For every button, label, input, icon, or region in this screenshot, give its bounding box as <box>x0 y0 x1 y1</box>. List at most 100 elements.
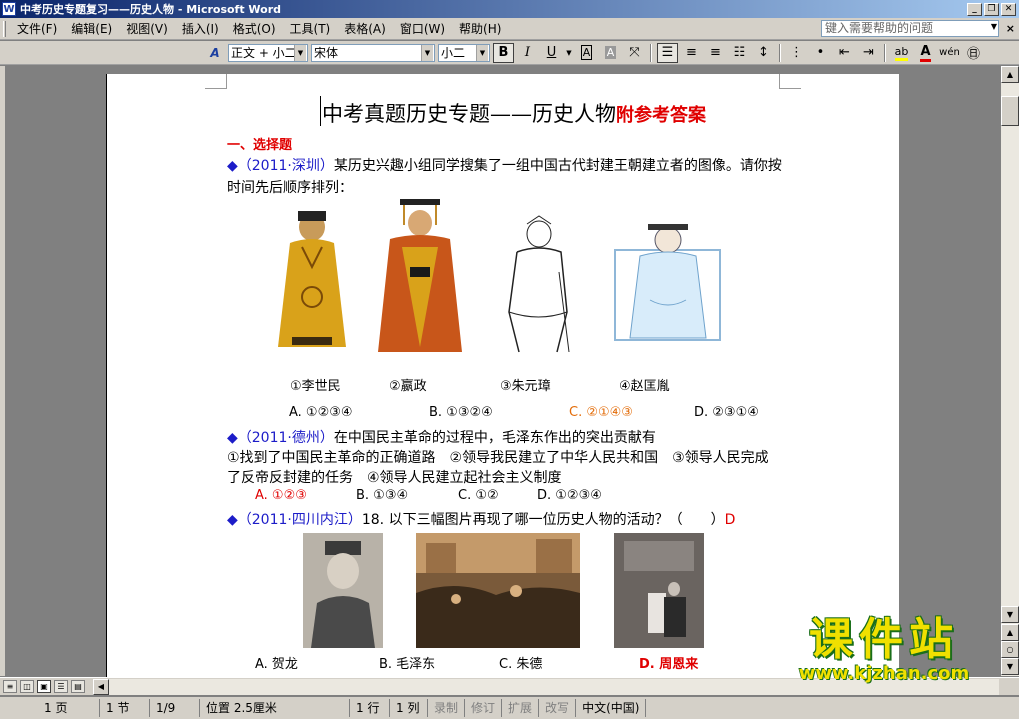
help-search-input[interactable]: 键入需要帮助的问题 <box>821 20 999 37</box>
title-bar: W 中考历史专题复习——历史人物 - Microsoft Word _ ❐ ✕ <box>0 0 1019 18</box>
status-record[interactable]: 录制 <box>428 699 466 717</box>
figure-zhu-yuanzhang <box>508 215 570 353</box>
phonetic-guide-icon[interactable]: wén <box>939 43 960 63</box>
print-view-icon[interactable]: ▣ <box>37 680 51 693</box>
styles-icon[interactable]: A <box>205 43 225 63</box>
status-section: 1 节 <box>100 699 150 717</box>
status-extend[interactable]: 扩展 <box>502 699 540 717</box>
menu-file[interactable]: 文件(F) <box>12 20 66 37</box>
caption-1: ①李世民 <box>290 379 341 394</box>
chevron-down-icon[interactable]: ▼ <box>421 44 433 61</box>
status-overtype[interactable]: 改写 <box>539 699 577 717</box>
scroll-thumb[interactable] <box>1001 96 1019 126</box>
style-select[interactable]: 正文 + 小二 ▼ <box>228 43 308 62</box>
document-page[interactable]: 中考真题历史专题——历史人物附参考答案 一、选择题 ◆（2011·深圳）某历史兴… <box>106 74 899 677</box>
menu-window[interactable]: 窗口(W) <box>395 20 454 37</box>
question-2-line2: ①找到了中国民主革命的正确道路 ②领导我民建立了中华人民共和国 ③领导人民完成 <box>227 450 769 466</box>
q3-option-d-answer: D. 周恩来 <box>639 657 699 672</box>
menu-help[interactable]: 帮助(H) <box>454 20 510 37</box>
status-page: 1 页 <box>0 699 100 717</box>
document-close-icon[interactable]: × <box>1006 22 1015 35</box>
distribute-icon[interactable]: ☷ <box>729 43 750 63</box>
char-scale-icon[interactable]: ⤧ <box>624 43 645 63</box>
figure-ying-zheng <box>378 199 462 352</box>
photo-nanchang-uprising <box>416 533 580 648</box>
watermark-logo: 课件站 www.kjzhan.com <box>798 614 970 684</box>
align-right-icon[interactable]: ≡ <box>705 43 726 63</box>
numbering-icon[interactable]: ⋮ <box>786 43 807 63</box>
web-view-icon[interactable]: ◫ <box>20 680 34 693</box>
status-bar: 1 页 1 节 1/9 位置 2.5厘米 1 行 1 列 录制 修订 扩展 改写… <box>0 696 1019 719</box>
bold-button[interactable]: B <box>493 42 514 63</box>
font-color-icon[interactable]: A <box>915 43 936 63</box>
figure-li-shimin <box>278 211 346 347</box>
menu-view[interactable]: 视图(V) <box>121 20 177 37</box>
line-spacing-icon[interactable]: ↕ <box>753 43 774 63</box>
q1-option-a: A. ①②③④ <box>289 405 353 420</box>
section-heading: 一、选择题 <box>227 138 293 153</box>
q2-option-b: B. ①③④ <box>356 488 409 503</box>
scroll-left-icon[interactable]: ◀ <box>93 678 109 695</box>
vertical-scrollbar[interactable]: ▲ ▼ ▲ ○ ▼ <box>1001 66 1019 676</box>
browse-object-icon[interactable]: ○ <box>1001 641 1019 658</box>
chevron-down-icon[interactable]: ▼ <box>476 44 488 61</box>
q3-option-b: B. 毛泽东 <box>379 657 436 672</box>
bullets-icon[interactable]: • <box>810 43 831 63</box>
scroll-up-icon[interactable]: ▲ <box>1001 66 1019 83</box>
photo-zhou-enlai-portrait <box>303 533 383 648</box>
close-button[interactable]: ✕ <box>1001 2 1016 16</box>
status-position: 位置 2.5厘米 <box>200 699 350 717</box>
figure-zhao-kuangyin <box>614 224 721 341</box>
caption-3: ③朱元璋 <box>500 379 551 394</box>
enclosed-char-icon[interactable]: ㊐ <box>963 43 984 63</box>
menu-tools[interactable]: 工具(T) <box>285 20 340 37</box>
chevron-down-icon[interactable]: ▼ <box>294 44 306 61</box>
menu-insert[interactable]: 插入(I) <box>177 20 228 37</box>
align-justify-icon[interactable]: ☰ <box>657 42 678 63</box>
status-pages: 1/9 <box>150 699 200 717</box>
font-size-select[interactable]: 小二 ▼ <box>438 43 490 62</box>
status-line: 1 行 <box>350 699 390 717</box>
char-border-icon[interactable]: A <box>576 43 597 63</box>
font-select[interactable]: 宋体 ▼ <box>311 43 435 62</box>
normal-view-icon[interactable]: ≡ <box>3 680 17 693</box>
window-title: 中考历史专题复习——历史人物 - Microsoft Word <box>20 3 282 16</box>
caption-2: ②嬴政 <box>389 379 427 394</box>
question-2: ◆（2011·德州）在中国民主革命的过程中，毛泽东作出的突出贡献有 <box>227 430 656 446</box>
status-track[interactable]: 修订 <box>465 699 503 717</box>
restore-button[interactable]: ❐ <box>984 2 999 16</box>
formatting-toolbar: A 正文 + 小二 ▼ 宋体 ▼ 小二 ▼ B I U ▼ A A ⤧ ☰ ≡ ≡ ☷… <box>0 41 1019 65</box>
q1-option-c-answer: C. ②①④③ <box>569 405 633 420</box>
underline-button[interactable]: U <box>541 43 562 63</box>
menu-grip[interactable] <box>3 20 6 37</box>
decrease-indent-icon[interactable]: ⇤ <box>834 43 855 63</box>
highlight-icon[interactable]: ab <box>891 43 912 63</box>
reading-view-icon[interactable]: ▤ <box>71 680 85 693</box>
menu-edit[interactable]: 编辑(E) <box>66 20 121 37</box>
minimize-button[interactable]: _ <box>967 2 982 16</box>
increase-indent-icon[interactable]: ⇥ <box>858 43 879 63</box>
menu-bar: 文件(F) 编辑(E) 视图(V) 插入(I) 格式(O) 工具(T) 表格(A… <box>0 18 1019 40</box>
char-shading-icon[interactable]: A <box>600 43 621 63</box>
menu-format[interactable]: 格式(O) <box>228 20 285 37</box>
q2-option-d: D. ①②③④ <box>537 488 602 503</box>
word-app-icon[interactable]: W <box>2 2 16 16</box>
outline-view-icon[interactable]: ☰ <box>54 680 68 693</box>
chevron-down-icon[interactable]: ▼ <box>991 22 997 31</box>
q2-option-c: C. ①② <box>458 488 499 503</box>
question-3: ◆（2011·四川内江）18. 以下三幅图片再现了哪一位历史人物的活动？（ ）D <box>227 512 736 528</box>
question-1: ◆（2011·深圳）某历史兴趣小组同学搜集了一组中国古代封建王朝建立者的图像。请… <box>227 158 782 174</box>
left-ruler <box>0 66 5 676</box>
q1-option-b: B. ①③②④ <box>429 405 493 420</box>
q3-option-a: A. 贺龙 <box>255 657 298 672</box>
next-page-icon[interactable]: ▼ <box>1001 658 1019 675</box>
italic-button[interactable]: I <box>517 43 538 63</box>
margin-corner <box>205 74 227 89</box>
q2-option-a-answer: A. ①②③ <box>255 488 307 503</box>
chevron-down-icon[interactable]: ▼ <box>565 43 573 63</box>
margin-corner <box>779 74 801 89</box>
menu-table[interactable]: 表格(A) <box>339 20 395 37</box>
prev-page-icon[interactable]: ▲ <box>1001 624 1019 641</box>
align-center-icon[interactable]: ≡ <box>681 43 702 63</box>
scroll-down-icon[interactable]: ▼ <box>1001 606 1019 623</box>
